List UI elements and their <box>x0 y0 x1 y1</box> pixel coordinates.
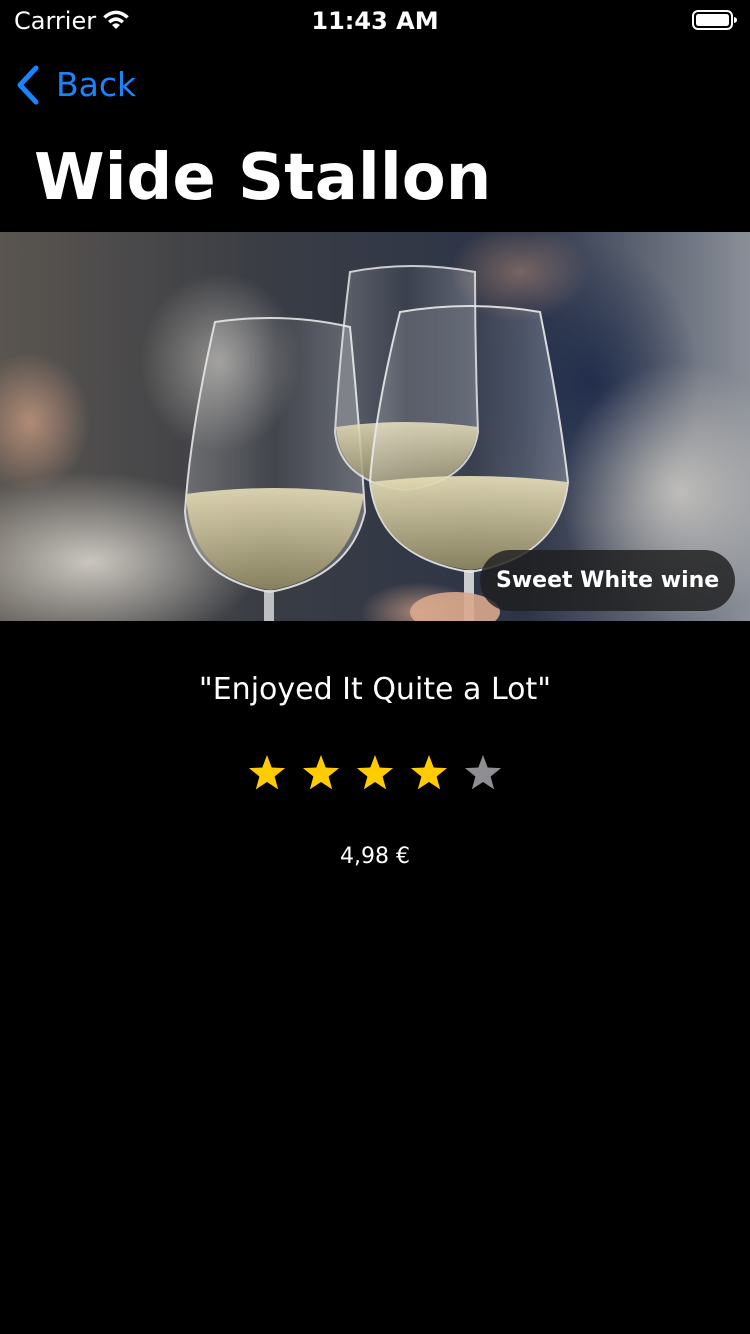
status-bar: Carrier 11:43 AM <box>0 0 750 40</box>
star-filled-icon <box>248 755 286 790</box>
star-filled-icon <box>302 755 340 790</box>
price-label: 4,98 € <box>340 844 410 869</box>
star-filled-icon <box>356 755 394 790</box>
wine-type-badge: Sweet White wine <box>480 550 736 611</box>
back-label: Back <box>56 65 137 104</box>
review-quote: "Enjoyed It Quite a Lot" <box>198 672 552 707</box>
chevron-left-icon <box>17 65 39 105</box>
back-button[interactable]: Back <box>14 60 136 110</box>
star-filled-icon <box>410 755 448 790</box>
page-title: Wide Stallon <box>34 141 492 215</box>
status-time: 11:43 AM <box>311 7 439 35</box>
star-empty-icon <box>464 755 502 790</box>
battery-icon <box>692 10 737 30</box>
rating-stars <box>0 754 750 792</box>
